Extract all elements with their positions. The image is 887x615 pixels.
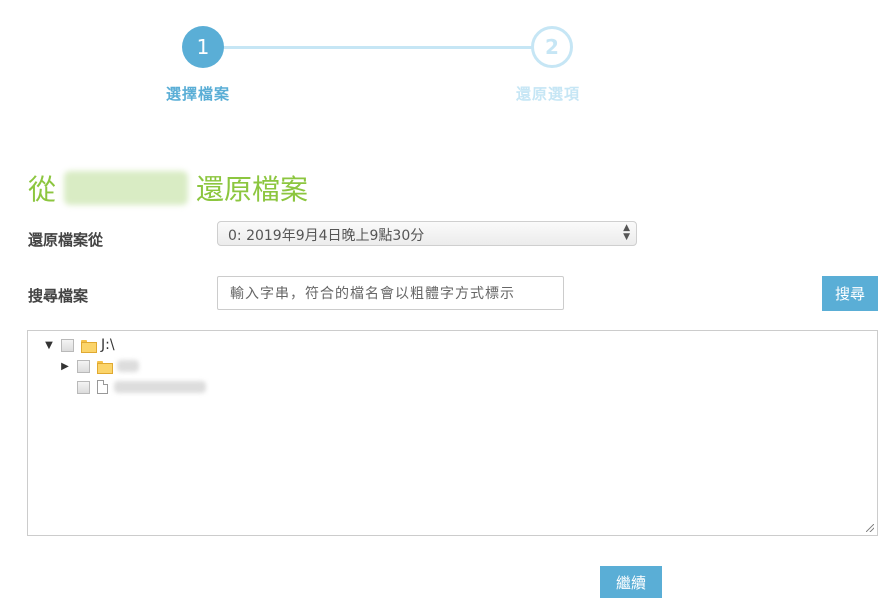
wizard-stepper: 1 2 選擇檔案 還原選項 bbox=[0, 0, 887, 120]
file-icon bbox=[97, 380, 108, 394]
step-2-label: 還原選項 bbox=[516, 85, 581, 103]
tree-checkbox[interactable] bbox=[77, 380, 90, 394]
tree-row-file[interactable] bbox=[58, 377, 206, 397]
tree-root-label: J:\ bbox=[101, 337, 115, 353]
resize-grip-icon[interactable] bbox=[866, 524, 874, 532]
version-select[interactable]: 0: 2019年9月4日晚上9點30分 ▲ ▼ bbox=[217, 221, 637, 246]
continue-button[interactable]: 繼續 bbox=[600, 566, 662, 598]
tree-checkbox[interactable] bbox=[77, 359, 90, 373]
search-input[interactable]: 輸入字串，符合的檔名會以粗體字方式標示 bbox=[217, 276, 564, 310]
select-arrows-icon: ▲ ▼ bbox=[623, 223, 630, 242]
file-tree-panel[interactable]: ▼ J:\ ▶ bbox=[27, 330, 878, 536]
tree-checkbox[interactable] bbox=[61, 338, 74, 352]
redacted-host-name bbox=[64, 171, 189, 205]
restore-from-label: 還原檔案從 bbox=[28, 231, 104, 249]
redacted-file-name bbox=[114, 381, 206, 393]
title-suffix: 還原檔案 bbox=[196, 173, 309, 206]
version-select-value: 0: 2019年9月4日晚上9點30分 bbox=[228, 228, 425, 244]
search-placeholder: 輸入字串，符合的檔名會以粗體字方式標示 bbox=[230, 286, 515, 302]
redacted-folder-name bbox=[117, 360, 139, 372]
step-1-label: 選擇檔案 bbox=[166, 85, 231, 103]
step-2-circle: 2 bbox=[531, 26, 573, 68]
search-label: 搜尋檔案 bbox=[28, 287, 89, 305]
tree-row-folder[interactable]: ▶ bbox=[58, 356, 139, 376]
folder-icon bbox=[81, 339, 97, 353]
collapse-triangle-icon[interactable]: ▼ bbox=[42, 340, 56, 351]
title-prefix: 從 bbox=[28, 173, 57, 206]
tree-row-root[interactable]: ▼ J:\ bbox=[42, 335, 115, 355]
step-connector bbox=[203, 46, 551, 49]
search-button[interactable]: 搜尋 bbox=[822, 276, 878, 311]
folder-icon bbox=[97, 360, 113, 374]
step-1-circle: 1 bbox=[182, 26, 224, 68]
page-title: 從 還原檔案 bbox=[28, 168, 308, 208]
expand-triangle-icon[interactable]: ▶ bbox=[58, 361, 72, 372]
